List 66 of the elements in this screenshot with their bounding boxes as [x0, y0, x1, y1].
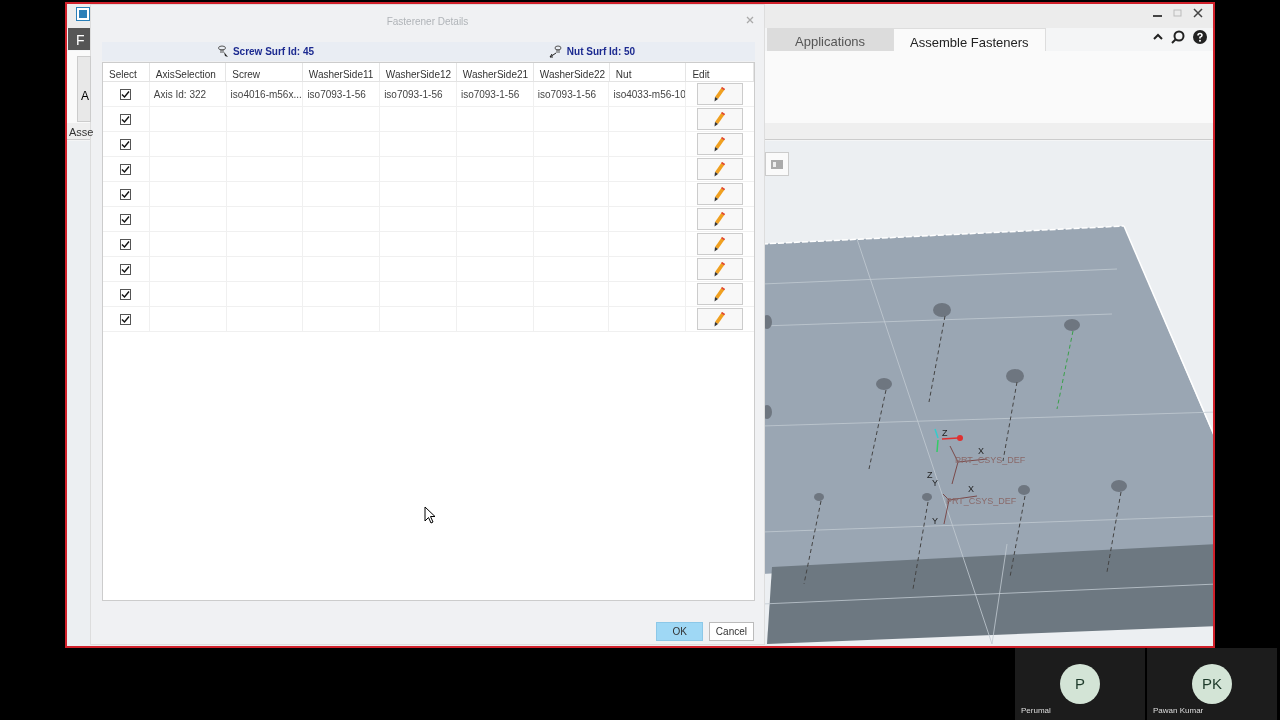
pencil-icon [714, 136, 727, 152]
search-icon[interactable] [1171, 30, 1185, 44]
axis-label: Z [927, 471, 933, 480]
panel-icon [771, 159, 783, 169]
table-cell: iso7093-1-56 [380, 82, 457, 106]
dialog-button[interactable]: OK [656, 622, 703, 641]
checkbox[interactable] [120, 138, 132, 150]
ribbon-button[interactable]: A [77, 56, 91, 122]
ribbon-tab[interactable]: F [68, 28, 90, 50]
table-cell: Axis Id: 322 [149, 82, 227, 106]
axis-label: Y [932, 517, 938, 526]
checkbox[interactable] [120, 313, 132, 325]
avatar: P [1060, 664, 1100, 704]
column-header: AxisSelection [149, 63, 227, 81]
checkbox[interactable] [120, 238, 132, 250]
nut-icon [548, 45, 563, 58]
close-icon[interactable] [1193, 6, 1203, 20]
column-header: WasherSide11 [302, 63, 380, 81]
column-header: WasherSide21 [456, 63, 534, 81]
dialog-button[interactable]: Cancel [708, 622, 754, 641]
checkbox[interactable] [120, 88, 132, 100]
table-cell: iso4016-m56x... [226, 82, 304, 106]
column-header: Screw [226, 63, 303, 81]
checkbox[interactable] [120, 213, 132, 225]
table-cell: iso7093-1-56 [303, 82, 381, 106]
checkbox[interactable] [120, 288, 132, 300]
axis-label: Y [932, 479, 938, 488]
ribbon-tab[interactable]: Applications [767, 28, 894, 51]
table-cell: iso4033-m56-10 [609, 82, 687, 106]
participant-name: Perumal [1021, 705, 1051, 717]
pencil-icon [714, 86, 727, 102]
pencil-icon [714, 236, 727, 252]
checkbox[interactable] [120, 113, 132, 125]
table-cell: iso7093-1-56 [456, 82, 534, 106]
axis-label: X [978, 447, 984, 456]
collapse-caret-icon[interactable] [1153, 33, 1163, 41]
axis-label: X [968, 485, 974, 494]
screw-icon [216, 45, 229, 58]
checkbox[interactable] [120, 163, 132, 175]
axis-label: Z [942, 429, 948, 438]
group-label: Asse [69, 125, 94, 140]
screw-surface-label: Screw Surf Id: 45 [232, 45, 315, 59]
pencil-icon [714, 161, 727, 177]
column-header: Edit [686, 63, 754, 81]
dialog-title: Fasterener Details [386, 14, 469, 29]
table-cell: iso7093-1-56 [533, 82, 610, 106]
participant-name: Pawan Kumar [1153, 705, 1204, 717]
pencil-icon [714, 311, 727, 327]
column-header: Select [103, 63, 150, 81]
column-header: WasherSide12 [379, 63, 457, 81]
app-logo-icon [76, 7, 90, 21]
mouse-pointer-icon [424, 506, 436, 524]
pencil-icon [714, 111, 727, 127]
column-header: WasherSide22 [533, 63, 610, 81]
nut-surface-label: Nut Surf Id: 50 [566, 45, 636, 59]
checkbox[interactable] [120, 263, 132, 275]
pencil-icon [714, 211, 727, 227]
column-header: Nut [609, 63, 687, 81]
toolbar-toggle-button[interactable] [765, 152, 789, 176]
pencil-icon [714, 261, 727, 277]
ribbon-tab[interactable]: Assemble Fasteners [893, 28, 1046, 51]
pencil-icon [714, 186, 727, 202]
checkbox[interactable] [120, 188, 132, 200]
pencil-icon [714, 286, 727, 302]
avatar: PK [1192, 664, 1232, 704]
help-icon[interactable] [1193, 30, 1207, 44]
